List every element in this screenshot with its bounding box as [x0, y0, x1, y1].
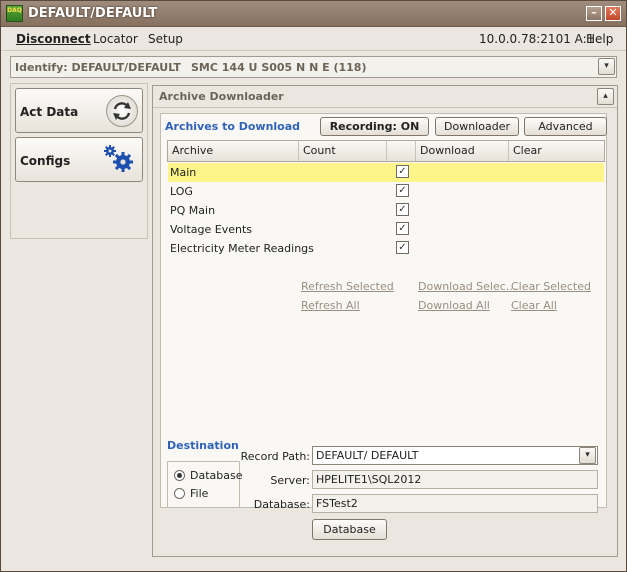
- record-path-label: Record Path:: [240, 450, 310, 463]
- destination-radio-group: Database File: [167, 461, 243, 508]
- record-path-value: DEFAULT/ DEFAULT: [316, 449, 419, 462]
- record-path-dropdown-icon[interactable]: ▾: [579, 447, 596, 464]
- identify-expand-button[interactable]: ▾: [598, 58, 615, 75]
- menu-bar: Disconnect Locator Setup 10.0.0.78:2101 …: [1, 27, 626, 51]
- database-button[interactable]: Database: [312, 519, 387, 540]
- column-header-download[interactable]: Download: [416, 141, 509, 161]
- record-path-combo[interactable]: DEFAULT/ DEFAULT ▾: [312, 446, 598, 465]
- database-radio-label[interactable]: Database: [190, 469, 243, 482]
- download-all-link[interactable]: Download All: [418, 299, 490, 312]
- file-radio[interactable]: [174, 488, 185, 499]
- database-field[interactable]: FSTest2: [312, 494, 598, 513]
- menu-locator[interactable]: Locator: [93, 32, 138, 46]
- gears-icon: [102, 144, 136, 174]
- downloader-button[interactable]: Downloader: [435, 117, 519, 136]
- database-label: Database:: [253, 498, 310, 511]
- clear-selected-link[interactable]: Clear Selected: [511, 280, 591, 293]
- daq-app-icon: DAQ: [6, 5, 23, 22]
- column-header-check[interactable]: [387, 141, 416, 161]
- table-row[interactable]: Voltage Events ✓: [168, 220, 604, 239]
- archives-table: Archive Count Download Clear Main ✓ LOG …: [167, 140, 605, 420]
- server-field[interactable]: HPELITE1\SQL2012: [312, 470, 598, 489]
- archives-title: Archives to Download: [165, 120, 301, 133]
- menu-help[interactable]: Help: [586, 32, 613, 46]
- configs-button[interactable]: Configs: [15, 137, 143, 182]
- table-row[interactable]: Electricity Meter Readings ✓: [168, 239, 604, 258]
- refresh-selected-link[interactable]: Refresh Selected: [301, 280, 394, 293]
- configs-label: Configs: [20, 154, 71, 168]
- identify-model: SMC 144 U S005 N N E (118): [191, 61, 367, 74]
- table-row[interactable]: Main ✓: [168, 163, 604, 182]
- advanced-button[interactable]: Advanced: [524, 117, 607, 136]
- table-header: Archive Count Download Clear: [167, 140, 605, 162]
- panel-title: Archive Downloader: [159, 90, 284, 103]
- archive-checkbox[interactable]: ✓: [396, 203, 409, 216]
- archive-downloader-panel: Archive Downloader ▴ Archives to Downloa…: [152, 85, 618, 557]
- archive-name: LOG: [170, 185, 193, 198]
- act-data-button[interactable]: Act Data: [15, 88, 143, 133]
- window-title: DEFAULT/DEFAULT: [28, 6, 158, 21]
- archive-checkbox[interactable]: ✓: [396, 165, 409, 178]
- refresh-arrows-icon: [106, 95, 138, 127]
- table-row[interactable]: PQ Main ✓: [168, 201, 604, 220]
- clear-all-link[interactable]: Clear All: [511, 299, 557, 312]
- identify-bar[interactable]: Identify: DEFAULT/DEFAULT SMC 144 U S005…: [10, 56, 617, 78]
- connection-address: 10.0.0.78:2101 A:1: [479, 32, 595, 46]
- close-button[interactable]: ✕: [605, 6, 621, 21]
- archive-checkbox[interactable]: ✓: [396, 222, 409, 235]
- archive-name: Voltage Events: [170, 223, 253, 236]
- table-row[interactable]: LOG ✓: [168, 182, 604, 201]
- title-bar[interactable]: DAQ DEFAULT/DEFAULT – ✕: [1, 1, 626, 27]
- column-header-count[interactable]: Count: [299, 141, 387, 161]
- archive-name: PQ Main: [170, 204, 216, 217]
- archive-checkbox[interactable]: ✓: [396, 241, 409, 254]
- left-nav-panel: Act Data Configs: [10, 83, 148, 239]
- column-header-archive[interactable]: Archive: [168, 141, 299, 161]
- destination-section: Destination Database File Record Path: D…: [160, 436, 607, 548]
- panel-header: Archive Downloader ▴: [153, 86, 617, 108]
- minimize-button[interactable]: –: [586, 6, 602, 21]
- column-header-clear[interactable]: Clear: [509, 141, 604, 161]
- archive-name: Electricity Meter Readings: [170, 242, 314, 255]
- act-data-label: Act Data: [20, 105, 79, 119]
- identify-label: Identify: DEFAULT/DEFAULT: [15, 61, 181, 74]
- server-label: Server:: [270, 474, 310, 487]
- database-radio[interactable]: [174, 470, 185, 481]
- archive-checkbox[interactable]: ✓: [396, 184, 409, 197]
- menu-setup[interactable]: Setup: [148, 32, 183, 46]
- recording-button[interactable]: Recording: ON: [320, 117, 429, 136]
- panel-collapse-button[interactable]: ▴: [597, 88, 614, 105]
- destination-title: Destination: [167, 439, 239, 452]
- refresh-all-link[interactable]: Refresh All: [301, 299, 360, 312]
- menu-disconnect[interactable]: Disconnect: [16, 32, 91, 46]
- app-window: DAQ DEFAULT/DEFAULT – ✕ Disconnect Locat…: [0, 0, 627, 572]
- archive-name: Main: [170, 166, 197, 179]
- file-radio-label[interactable]: File: [190, 487, 208, 500]
- download-selected-link[interactable]: Download Selec…: [418, 280, 517, 293]
